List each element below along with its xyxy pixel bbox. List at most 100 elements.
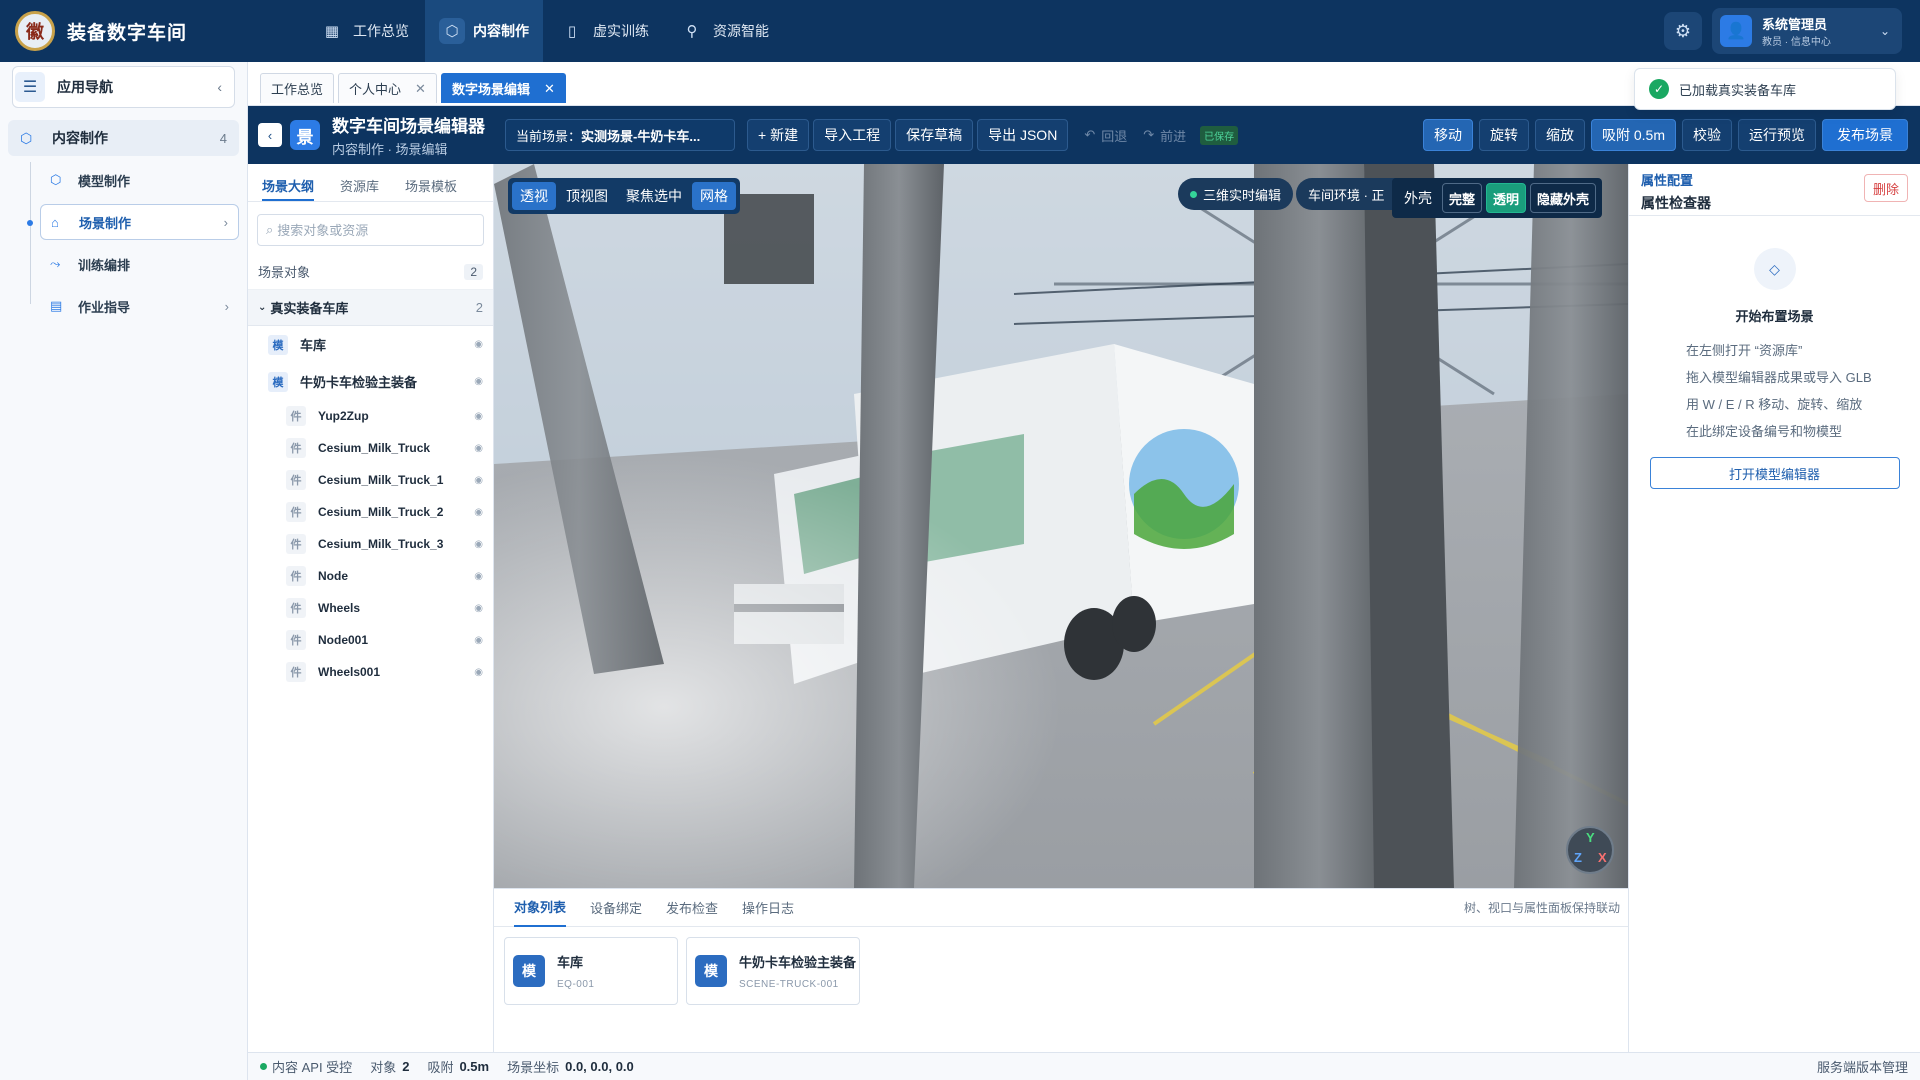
outline-node-label: 牛奶卡车检验主装备 bbox=[300, 375, 418, 390]
editor-action-button[interactable]: 保存草稿 bbox=[895, 119, 974, 151]
outline-node[interactable]: 件 Cesium_Milk_Truck_1 ◉ bbox=[248, 464, 493, 496]
shell-option-button[interactable]: 透明 bbox=[1486, 183, 1527, 213]
environment-selector[interactable]: 车间环境 · 正 bbox=[1296, 178, 1397, 210]
inspector-subtitle: 属性检查器 bbox=[1641, 195, 1711, 211]
outline-tab[interactable]: 场景大纲 bbox=[262, 164, 315, 201]
view-mode-button[interactable]: 聚焦选中 bbox=[618, 182, 690, 210]
page-tab[interactable]: 工作总览 bbox=[260, 73, 335, 103]
visibility-eye-icon[interactable]: ◉ bbox=[474, 507, 483, 518]
editor-action-button[interactable]: 导入工程 bbox=[813, 119, 892, 151]
home-icon: ⌂ bbox=[51, 214, 59, 230]
outline-tab[interactable]: 资源库 bbox=[340, 164, 379, 201]
chevron-down-icon[interactable]: ⌄ bbox=[1880, 24, 1890, 38]
visibility-eye-icon[interactable]: ◉ bbox=[474, 603, 483, 614]
chevron-down-icon[interactable]: ⌄ bbox=[258, 302, 266, 313]
visibility-eye-icon[interactable]: ◉ bbox=[474, 339, 483, 350]
3d-viewport[interactable]: 透视 顶视图 聚焦选中 网格 三维实时编辑 车间环境 · 正 外壳 完整 透明 隐藏外壳 … bbox=[494, 164, 1628, 888]
outline-node-label: Yup2Zup bbox=[318, 409, 369, 423]
sidebar-item[interactable]: ⌂ 场景制作 › bbox=[27, 204, 239, 240]
top-nav-item[interactable]: ⬡ 内容制作 bbox=[425, 0, 544, 62]
bottom-tab[interactable]: 操作日志 bbox=[742, 889, 794, 927]
editor-mode-button[interactable]: 吸附 0.5m bbox=[1590, 119, 1676, 151]
menu-icon[interactable]: ☰ bbox=[15, 72, 45, 102]
outline-node[interactable]: 件 Wheels001 ◉ bbox=[248, 656, 493, 688]
outline-node[interactable]: 件 Cesium_Milk_Truck ◉ bbox=[248, 432, 493, 464]
sidebar: ☰ 应用导航 ‹ ⬡ 内容制作 4 ⬡ 模型制作 ⌂ 场景制作 › ⤳ 训练编排 ▤ 作业指导 › bbox=[0, 62, 248, 1080]
publish-scene-button[interactable]: 发布场景 bbox=[1822, 119, 1908, 151]
outline-node-label: Cesium_Milk_Truck_1 bbox=[318, 473, 444, 487]
sidebar-group-content[interactable]: ⬡ 内容制作 4 bbox=[8, 120, 239, 156]
bottom-tab[interactable]: 设备绑定 bbox=[590, 889, 642, 927]
visibility-eye-icon[interactable]: ◉ bbox=[474, 475, 483, 486]
outline-node[interactable]: 件 Node ◉ bbox=[248, 560, 493, 592]
visibility-eye-icon[interactable]: ◉ bbox=[474, 411, 483, 422]
visibility-eye-icon[interactable]: ◉ bbox=[474, 539, 483, 550]
user-name: 系统管理员 bbox=[1762, 17, 1828, 32]
bottom-tab[interactable]: 发布检查 bbox=[666, 889, 718, 927]
top-nav-item[interactable]: ▦ 工作总览 bbox=[305, 0, 423, 62]
sidebar-item[interactable]: ⤳ 训练编排 bbox=[40, 246, 239, 282]
section-count: 2 bbox=[464, 263, 483, 280]
object-card[interactable]: 模车库 EQ-001 bbox=[504, 937, 678, 1005]
user-menu[interactable]: 👤 系统管理员 教员 · 信息中心 ⌄ bbox=[1712, 8, 1902, 54]
object-card-text: 牛奶卡车检验主装备 SCENE-TRUCK-001 bbox=[739, 952, 856, 990]
redo-icon: ↷ bbox=[1143, 127, 1155, 142]
visibility-eye-icon[interactable]: ◉ bbox=[474, 376, 483, 387]
editor-mode-buttons: 移动 旋转 缩放 吸附 0.5m 校验 运行预览 发布场景 bbox=[1417, 119, 1908, 151]
outline-tab[interactable]: 场景模板 bbox=[405, 164, 457, 201]
visibility-eye-icon[interactable]: ◉ bbox=[474, 635, 483, 646]
close-icon[interactable]: ✕ bbox=[544, 81, 555, 97]
editor-toolbar: ‹ 景 数字车间场景编辑器 内容制作 · 场景编辑 当前场景： 实测场景-牛奶卡车… bbox=[248, 106, 1920, 164]
top-nav-item[interactable]: ⚲ 资源智能 bbox=[665, 0, 783, 62]
axis-gizmo[interactable]: Y Z X bbox=[1566, 826, 1614, 874]
visibility-eye-icon[interactable]: ◉ bbox=[474, 667, 483, 678]
object-card-name: 车库 bbox=[557, 955, 584, 970]
page-tab[interactable]: 数字场景编辑 ✕ bbox=[440, 73, 566, 103]
delete-button[interactable]: 删除 bbox=[1863, 174, 1908, 202]
visibility-eye-icon[interactable]: ◉ bbox=[474, 571, 483, 582]
visibility-eye-icon[interactable]: ◉ bbox=[474, 443, 483, 454]
sidebar-item[interactable]: ⬡ 模型制作 bbox=[40, 162, 239, 198]
node-type-tag: 件 bbox=[286, 406, 306, 426]
version-management-link[interactable]: 服务端版本管理 bbox=[1817, 1057, 1908, 1076]
editor-mode-button[interactable]: 旋转 bbox=[1478, 119, 1529, 151]
shell-option-button[interactable]: 隐藏外壳 bbox=[1530, 183, 1597, 213]
editor-mode-button[interactable]: 缩放 bbox=[1534, 119, 1585, 151]
top-nav-item[interactable]: ▯ 虚实训练 bbox=[545, 0, 663, 62]
scene-selector[interactable]: 当前场景： 实测场景-牛奶卡车... bbox=[505, 119, 735, 151]
back-chevron-icon[interactable]: ‹ bbox=[258, 123, 282, 147]
outline-node[interactable]: 模牛奶卡车检验主装备 ◉ bbox=[248, 363, 493, 400]
bottom-tab[interactable]: 对象列表 bbox=[514, 889, 567, 927]
outline-search-input[interactable] bbox=[277, 222, 468, 238]
open-model-editor-button[interactable]: 打开模型编辑器 bbox=[1649, 457, 1900, 489]
outline-node[interactable]: 件 Wheels ◉ bbox=[248, 592, 493, 624]
shell-option-button[interactable]: 完整 bbox=[1442, 183, 1483, 213]
settings-gear-icon[interactable]: ⚙ bbox=[1664, 12, 1702, 50]
object-card[interactable]: 模牛奶卡车检验主装备 SCENE-TRUCK-001 bbox=[686, 937, 860, 1005]
editor-action-button[interactable]: 导出 JSON bbox=[977, 119, 1069, 151]
undo-button[interactable]: ↶ 回退 bbox=[1084, 126, 1127, 145]
outline-node[interactable]: 件 Cesium_Milk_Truck_3 ◉ bbox=[248, 528, 493, 560]
view-mode-button[interactable]: 透视 bbox=[512, 182, 556, 210]
outline-node[interactable]: 模车库 ◉ bbox=[248, 326, 493, 363]
view-mode-button[interactable]: 网格 bbox=[692, 182, 736, 210]
inspector-titles: 属性配置 属性检查器 bbox=[1641, 170, 1711, 213]
empty-state-title: 开始布置场景 bbox=[1735, 309, 1814, 324]
cube-icon: ⬡ bbox=[20, 129, 33, 146]
scene-objects-section: 场景对象 2 bbox=[248, 254, 493, 290]
view-mode-button[interactable]: 顶视图 bbox=[558, 182, 616, 210]
editor-action-button[interactable]: + 新建 bbox=[747, 119, 810, 151]
outline-node[interactable]: 件 Node001 ◉ bbox=[248, 624, 493, 656]
redo-button[interactable]: ↷ 前进 bbox=[1143, 126, 1186, 145]
editor-mode-button[interactable]: 校验 bbox=[1682, 119, 1732, 151]
sidebar-item[interactable]: ▤ 作业指导 › bbox=[40, 288, 239, 324]
collapse-chevron-left-icon[interactable]: ‹ bbox=[217, 79, 222, 95]
page-tab[interactable]: 个人中心 ✕ bbox=[338, 73, 437, 103]
outline-node[interactable]: 件 Yup2Zup ◉ bbox=[248, 400, 493, 432]
sidebar-group-count: 4 bbox=[219, 130, 227, 146]
editor-mode-button[interactable]: 移动 bbox=[1422, 119, 1473, 151]
outline-root-node[interactable]: ⌄ 真实装备车库 2 bbox=[248, 290, 493, 326]
outline-node[interactable]: 件 Cesium_Milk_Truck_2 ◉ bbox=[248, 496, 493, 528]
close-icon[interactable]: ✕ bbox=[415, 81, 426, 97]
editor-mode-button[interactable]: 运行预览 bbox=[1738, 119, 1816, 151]
